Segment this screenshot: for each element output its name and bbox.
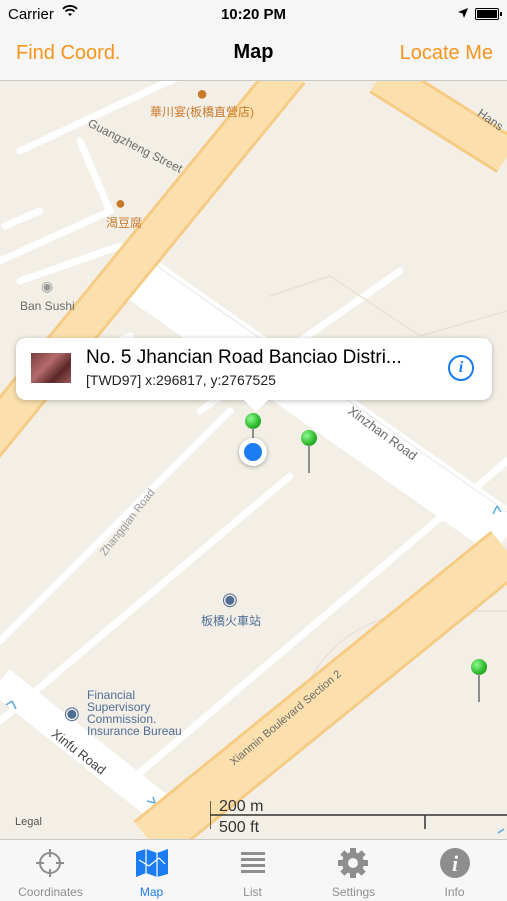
tab-list[interactable]: List [202, 840, 303, 901]
tab-label: Info [444, 885, 465, 899]
navigation-bar: Find Coord. Map Locate Me [0, 28, 507, 81]
info-detail-button[interactable]: i [448, 355, 474, 381]
tab-settings[interactable]: Settings [303, 840, 404, 901]
clock: 10:20 PM [220, 6, 287, 23]
location-thumbnail[interactable] [31, 353, 71, 383]
legal-link[interactable]: Legal [15, 816, 42, 828]
tab-label: Settings [331, 885, 376, 899]
train-station-icon[interactable]: ◉ [222, 589, 238, 610]
train-station-label[interactable]: 板橋火車站 [201, 612, 261, 629]
svg-text:i: i [452, 851, 459, 876]
tab-bar: Coordinates Map List Settings i Info [0, 839, 507, 901]
tab-label: List [243, 885, 262, 899]
status-bar: Carrier 10:20 PM [0, 0, 507, 28]
tab-info[interactable]: i Info [404, 840, 505, 901]
info-icon: i [404, 848, 505, 878]
fsc-label[interactable]: Financial Supervisory Commission. Insura… [87, 689, 182, 737]
list-icon [202, 848, 303, 878]
crosshair-icon [0, 848, 101, 878]
map-scale: 200 m 500 ft [210, 798, 507, 839]
fsc-label-line: Insurance Bureau [87, 724, 182, 738]
tab-label: Map [139, 885, 164, 899]
tab-label: Coordinates [18, 885, 83, 899]
gear-icon [303, 848, 404, 878]
battery-icon [475, 8, 502, 20]
user-location-dot[interactable] [239, 438, 267, 466]
map-view[interactable]: ● 華川宴(板橋直營店) Guangzheng Street ● 渴豆腐 ◉ B… [0, 81, 507, 839]
location-callout[interactable]: No. 5 Jhancian Road Banciao Distri... [T… [16, 338, 492, 412]
map-pin[interactable] [301, 430, 317, 474]
callout-title: No. 5 Jhancian Road Banciao Distri... [86, 347, 402, 368]
restaurant-icon[interactable]: ● [115, 193, 126, 214]
locate-me-button[interactable]: Locate Me [400, 42, 493, 65]
scale-feet: 500 ft [219, 819, 260, 836]
tofu-restaurant-label[interactable]: 渴豆腐 [106, 214, 142, 231]
ban-sushi-label[interactable]: Ban Sushi [20, 299, 75, 313]
scale-meters: 200 m [219, 798, 264, 815]
map-icon [101, 848, 202, 878]
restaurant-label[interactable]: 華川宴(板橋直營店) [150, 103, 254, 120]
map-pin[interactable] [471, 659, 487, 703]
location-arrow-icon [457, 6, 469, 23]
callout-coordinates: [TWD97] x:296817, y:2767525 [86, 372, 276, 388]
tab-coordinates[interactable]: Coordinates [0, 840, 101, 901]
tab-map[interactable]: Map [101, 840, 202, 901]
government-building-icon[interactable]: ◉ [64, 703, 80, 724]
sushi-icon[interactable]: ◉ [41, 278, 53, 295]
